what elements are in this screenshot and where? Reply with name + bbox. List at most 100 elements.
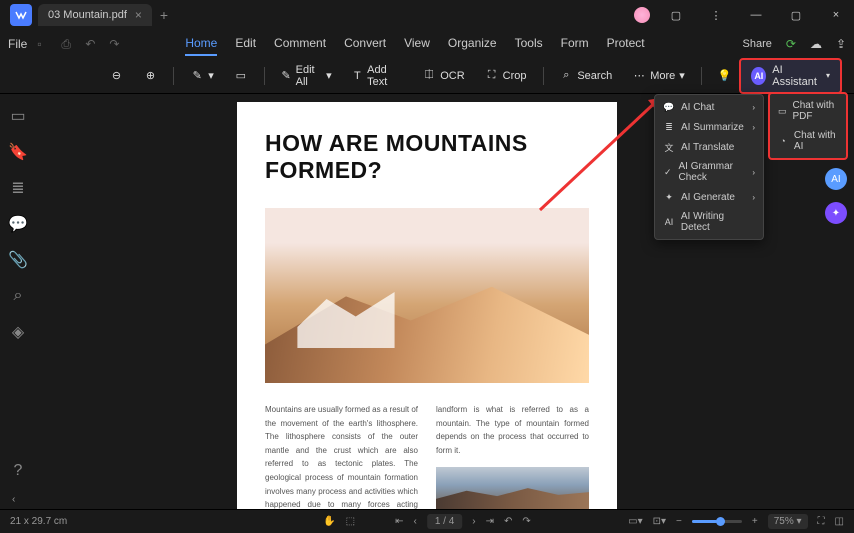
chat-icon: 💬 [663,101,675,113]
nav-tab-view[interactable]: View [404,32,430,56]
menu-icon[interactable]: ⋮ [702,9,730,22]
file-menu[interactable]: File [8,37,27,51]
thumbnails-icon[interactable]: ▭ [10,108,26,124]
nav-tab-convert[interactable]: Convert [344,32,386,56]
sync-icon[interactable]: ⟳ [786,37,796,51]
tab-title: 03 Mountain.pdf [48,9,127,21]
save-icon[interactable]: ▫ [37,37,53,52]
close-icon[interactable]: × [135,8,142,22]
cloud-icon[interactable]: ☁ [810,37,822,51]
more-button[interactable]: ⋯More▾ [626,65,691,87]
hand-tool-icon[interactable]: ✋ [323,516,335,527]
chevron-right-icon: › [752,193,755,202]
ai-badge-icon: AI [751,67,766,85]
select-tool-icon[interactable]: ⬚ [346,516,355,527]
add-text-button[interactable]: TAdd Text [346,60,409,92]
chevron-right-icon: › [752,103,755,112]
stack-icon[interactable]: ◈ [10,324,26,340]
collapse-left-icon[interactable]: ‹ [12,494,15,505]
marker-button[interactable]: ▭ [228,65,254,87]
undo-icon[interactable]: ↶ [85,37,101,52]
maximize-button[interactable]: ▢ [782,9,810,22]
generate-icon: ✦ [663,191,675,203]
zoom-in-status-icon[interactable]: + [752,516,758,527]
highlighter-button[interactable]: ✎▾ [184,65,220,87]
ocr-button[interactable]: ⎅OCR [416,65,470,87]
summarize-icon: ≣ [663,121,675,133]
close-window-button[interactable]: × [822,9,850,21]
zoom-out-status-icon[interactable]: − [676,516,682,527]
print-icon[interactable]: ⎙ [61,37,77,52]
search-panel-icon[interactable]: ⌕ [10,288,26,304]
forward-view-icon[interactable]: ↷ [522,516,530,527]
text-columns: Mountains are usually formed as a result… [265,403,589,509]
ai-assistant-button[interactable]: AI AI Assistant ▾ [739,58,842,94]
search-button[interactable]: ⌕Search [553,65,618,87]
page-navigation: ✋ ⬚ ⇤ ‹ 1 / 4 › ⇥ ↶ ↷ [323,514,531,529]
bookmark-icon[interactable]: 🔖 [10,144,26,160]
next-page-icon[interactable]: › [472,516,475,527]
pdf-chat-icon: ▭ [778,105,787,117]
zoom-percent[interactable]: 75% ▾ [768,514,808,529]
dd-ai-generate[interactable]: ✦AI Generate› [655,187,763,207]
page-title: HOW ARE MOUNTAINS FORMED? [265,130,589,184]
ai-chat-submenu: ▭Chat with PDF ◔Chat with AI [768,92,848,160]
user-avatar[interactable] [634,7,650,23]
chevron-right-icon: › [752,123,755,132]
menubar: File ▫ ⎙ ↶ ↷ Home Edit Comment Convert V… [0,30,854,58]
view-fit-icon[interactable]: ⊡▾ [653,516,666,527]
submenu-chat-pdf[interactable]: ▭Chat with PDF [770,96,846,126]
first-page-icon[interactable]: ⇤ [395,516,403,527]
view-single-icon[interactable]: ▭▾ [628,516,642,527]
comment-panel-icon[interactable]: 💬 [10,216,26,232]
help-icon[interactable]: ? [10,463,26,479]
titlebar: 03 Mountain.pdf × + ▢ ⋮ — ▢ × [0,0,854,30]
edit-all-button[interactable]: ✎Edit All▾ [275,60,338,92]
app-logo[interactable] [10,4,32,26]
dd-ai-translate[interactable]: 文AI Translate [655,137,763,157]
nav-tab-edit[interactable]: Edit [235,32,256,56]
attachment-icon[interactable]: 📎 [10,252,26,268]
secondary-image [436,467,589,509]
nav-tab-protect[interactable]: Protect [607,32,645,56]
page-indicator[interactable]: 1 / 4 [427,514,462,529]
zoom-slider[interactable] [692,520,742,523]
message-icon[interactable]: ▢ [662,9,690,22]
column-right: landform is what is referred to as a mou… [436,403,589,509]
zoom-out-button[interactable]: ⊖ [103,65,129,87]
ai-panel-icon-3[interactable]: ✦ [825,202,847,224]
last-page-icon[interactable]: ⇥ [486,516,494,527]
share-button[interactable]: Share [743,38,772,50]
back-view-icon[interactable]: ↶ [504,516,512,527]
redo-icon[interactable]: ↷ [109,37,125,52]
fullscreen-icon[interactable]: ⛶ [818,516,825,527]
pdf-page: HOW ARE MOUNTAINS FORMED? Mountains are … [237,102,617,509]
nav-tab-form[interactable]: Form [561,32,589,56]
column-left: Mountains are usually formed as a result… [265,403,418,509]
reading-mode-icon[interactable]: ◫ [835,516,844,527]
nav-tab-comment[interactable]: Comment [274,32,326,56]
detect-icon: AI [663,216,675,228]
prev-page-icon[interactable]: ‹ [413,516,416,527]
chevron-right-icon: › [752,168,755,177]
nav-tab-tools[interactable]: Tools [515,32,543,56]
dd-ai-writing-detect[interactable]: AIAI Writing Detect [655,207,763,237]
grammar-icon: ✓ [663,166,673,178]
zoom-in-button[interactable]: ⊕ [137,65,163,87]
submenu-chat-ai[interactable]: ◔Chat with AI [770,126,846,156]
dd-ai-chat[interactable]: 💬AI Chat› [655,97,763,117]
dd-ai-summarize[interactable]: ≣AI Summarize› [655,117,763,137]
ai-chat-icon: ◔ [778,135,788,147]
layers-icon[interactable]: ≣ [10,180,26,196]
lightbulb-icon[interactable]: 💡 [718,69,732,82]
document-tab[interactable]: 03 Mountain.pdf × [38,4,152,26]
add-tab-button[interactable]: + [160,7,168,23]
upload-icon[interactable]: ⇪ [836,37,846,51]
crop-button[interactable]: ⛶Crop [479,65,533,87]
minimize-button[interactable]: — [742,9,770,21]
ai-panel-icon-2[interactable]: AI [825,168,847,190]
chevron-down-icon: ▾ [826,71,830,80]
dd-ai-grammar[interactable]: ✓AI Grammar Check› [655,157,763,187]
nav-tab-home[interactable]: Home [185,32,217,56]
nav-tab-organize[interactable]: Organize [448,32,497,56]
